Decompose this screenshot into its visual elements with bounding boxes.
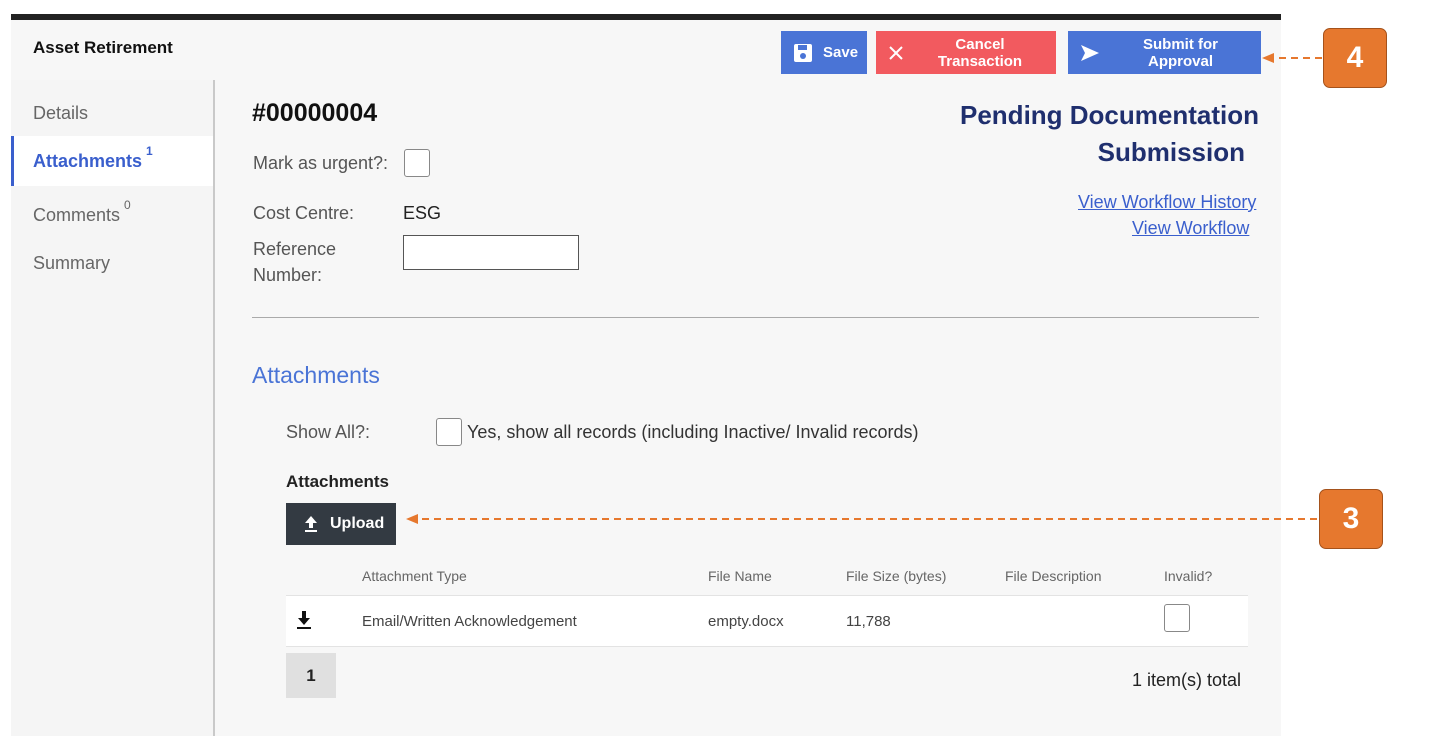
callout-3-arrowhead: [406, 514, 418, 524]
callout-badge-4: 4: [1323, 28, 1387, 88]
callout-badge-3: 3: [1319, 489, 1383, 549]
callout-arrows: [406, 53, 1322, 524]
callout-4-arrowhead: [1262, 53, 1274, 63]
